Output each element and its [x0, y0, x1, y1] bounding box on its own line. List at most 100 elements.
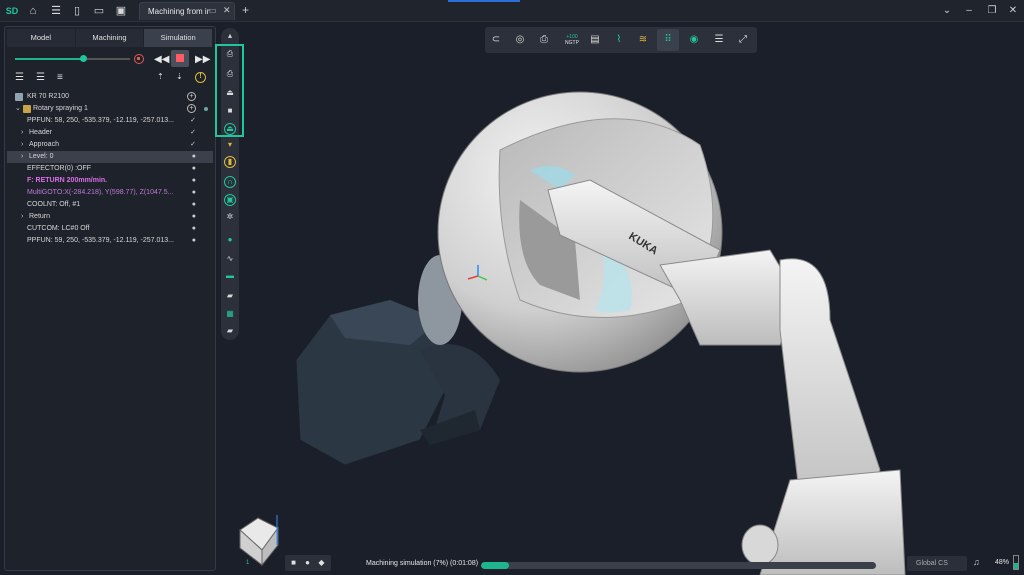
book-icon[interactable]: ▰: [225, 291, 235, 301]
tree-row-label: Rotary spraying 1: [33, 105, 88, 112]
robot-arm: KUKA: [547, 179, 906, 575]
tree-row-selected[interactable]: › Level: 0 ●: [7, 151, 213, 163]
indent-right-icon[interactable]: ☰: [36, 72, 45, 83]
numbered-list-icon[interactable]: ≡: [57, 72, 63, 83]
stop-button[interactable]: [171, 50, 189, 67]
simulation-slider-handle[interactable]: [80, 55, 87, 62]
tree-row-label: Approach: [29, 141, 59, 148]
bell-icon[interactable]: ♫: [973, 557, 980, 567]
tree-row[interactable]: CUTCOM: LC#0 Off ●: [7, 223, 213, 235]
chevron-right-icon[interactable]: ›: [21, 127, 23, 139]
chevron-right-icon[interactable]: ›: [21, 151, 23, 163]
cube-icon[interactable]: ◆: [317, 558, 326, 567]
tree-row[interactable]: › Header ✓: [7, 127, 213, 139]
dot-icon: ●: [191, 237, 196, 244]
tree-row[interactable]: › Return ●: [7, 211, 213, 223]
simulation-status: Machining simulation (7%) (0:01:08): [366, 560, 479, 567]
magnet-icon[interactable]: ∩: [224, 176, 236, 188]
sliders-icon[interactable]: ☰: [713, 34, 725, 46]
check-icon: ✓: [190, 141, 196, 148]
shaded-icon[interactable]: ●: [303, 558, 312, 567]
tree-row-label: COOLNT: Off, #1: [27, 201, 81, 208]
dot-icon: ●: [191, 201, 196, 208]
spindle-icon[interactable]: ▾: [225, 140, 235, 150]
tree-row[interactable]: F: RETURN 200mm/min. ●: [7, 175, 213, 187]
simulation-slider-track[interactable]: [84, 58, 130, 60]
collapse-up-icon[interactable]: ▴: [225, 31, 235, 41]
tree-row-label: PPFUN: 58, 250, -535.379, -12.119, -257.…: [27, 117, 174, 124]
tool-icon[interactable]: ▮: [224, 156, 236, 168]
dot-icon: ●: [191, 177, 196, 184]
check-icon: ✓: [190, 129, 196, 136]
coordinate-system-select[interactable]: Global CS: [907, 556, 967, 571]
chart-icon[interactable]: ⌇: [613, 34, 625, 46]
simulation-slider[interactable]: [15, 58, 84, 60]
status-dot: [204, 107, 208, 111]
add-icon[interactable]: +: [187, 92, 196, 101]
surface-icon[interactable]: ▬: [225, 271, 235, 281]
ngtp-button[interactable]: +100 NGTP: [564, 34, 580, 46]
view-toolbar: ⊂ ◎ ⎙ +100 NGTP ▤ ⌇ ≋ ⠿ ◉ ☰ ⤢: [485, 27, 757, 53]
tree-row-operation[interactable]: ⌄ Rotary spraying 1 +: [7, 103, 213, 115]
tree-row-robot[interactable]: KR 70 R2100 +: [7, 91, 213, 103]
zoom-indicator-fill: [1014, 562, 1018, 569]
tree-row[interactable]: EFFECTOR(0) :OFF ●: [7, 163, 213, 175]
calculator-icon[interactable]: ▤: [589, 34, 601, 46]
layers-icon[interactable]: ▣: [224, 194, 236, 206]
highlight-frame: [215, 44, 244, 137]
chevron-down-icon[interactable]: ⌄: [15, 103, 21, 115]
book-open-icon[interactable]: ▰: [225, 326, 235, 336]
dot-icon: ●: [191, 225, 196, 232]
point-icon[interactable]: ●: [225, 235, 235, 245]
tree-row-label: Return: [29, 213, 51, 220]
warning-icon[interactable]: !: [195, 72, 206, 83]
check-icon: ✓: [190, 117, 196, 124]
tab-model[interactable]: Model: [7, 29, 76, 47]
view-cube[interactable]: [239, 515, 279, 567]
simulation-progress-bar: [481, 562, 876, 569]
tree-row-label: Header: [29, 129, 52, 136]
tree-row[interactable]: PPFUN: 59, 250, -535.379, -12.119, -257.…: [7, 235, 213, 247]
chevron-right-icon[interactable]: ›: [21, 211, 23, 223]
tree-row[interactable]: MultiGOTO:X(-284.218), Y(598.77), Z(1047…: [7, 187, 213, 199]
tree-row-label: PPFUN: 59, 250, -535.379, -12.119, -257.…: [27, 237, 174, 244]
wave-icon[interactable]: ∿: [225, 254, 235, 264]
part-icon[interactable]: ◎: [514, 34, 526, 46]
tree-row-label: KR 70 R2100: [27, 93, 70, 100]
tree-row-label: Level: 0: [29, 153, 54, 160]
display-mode-buttons: ■ ● ◆: [285, 555, 331, 571]
fast-forward-button[interactable]: ▶▶: [195, 54, 210, 65]
stack-icon[interactable]: ≋: [637, 34, 649, 46]
rewind-button[interactable]: ◀◀: [154, 54, 169, 65]
add-icon[interactable]: +: [187, 104, 196, 113]
simulation-progress-fill: [481, 562, 509, 569]
left-panel: Model Machining Simulation ◀◀ ▶▶ ☰ ☰ ≡ ⇡…: [4, 26, 216, 571]
tree-row[interactable]: COOLNT: Off, #1 ●: [7, 199, 213, 211]
ngtp-label: NGTP: [565, 40, 579, 46]
dot-icon: ●: [191, 153, 196, 160]
tree-row-label: CUTCOM: LC#0 Off: [27, 225, 90, 232]
view-cube-axis-label: 1: [246, 560, 250, 566]
tab-machining[interactable]: Machining: [75, 29, 145, 47]
dot-icon: ●: [191, 189, 196, 196]
tree-row[interactable]: PPFUN: 58, 250, -535.379, -12.119, -257.…: [7, 115, 213, 127]
grid-icon[interactable]: ✲: [225, 212, 235, 222]
magnet-icon[interactable]: ⊂: [490, 34, 502, 46]
path-icon[interactable]: ⠿: [662, 34, 674, 46]
tab-simulation[interactable]: Simulation: [144, 29, 214, 47]
table-icon[interactable]: ▦: [225, 309, 235, 319]
tree-row-label: EFFECTOR(0) :OFF: [27, 165, 92, 172]
indent-left-icon[interactable]: ☰: [15, 72, 24, 83]
focus-icon[interactable]: ◉: [688, 34, 700, 46]
fullscreen-icon[interactable]: ⤢: [737, 34, 749, 46]
wireframe-icon[interactable]: ■: [289, 558, 298, 567]
step-up-icon[interactable]: ⇡: [157, 72, 164, 81]
stop-at-point-icon[interactable]: [134, 54, 144, 64]
step-down-icon[interactable]: ⇣: [176, 72, 183, 81]
tree-row[interactable]: › Approach ✓: [7, 139, 213, 151]
panel-tabs: Model Machining Simulation: [7, 29, 214, 47]
robot-head-icon[interactable]: ⎙: [538, 34, 550, 46]
chevron-right-icon[interactable]: ›: [21, 139, 23, 151]
dot-icon: ●: [191, 165, 196, 172]
tree-row-label: MultiGOTO:X(-284.218), Y(598.77), Z(1047…: [27, 189, 174, 196]
